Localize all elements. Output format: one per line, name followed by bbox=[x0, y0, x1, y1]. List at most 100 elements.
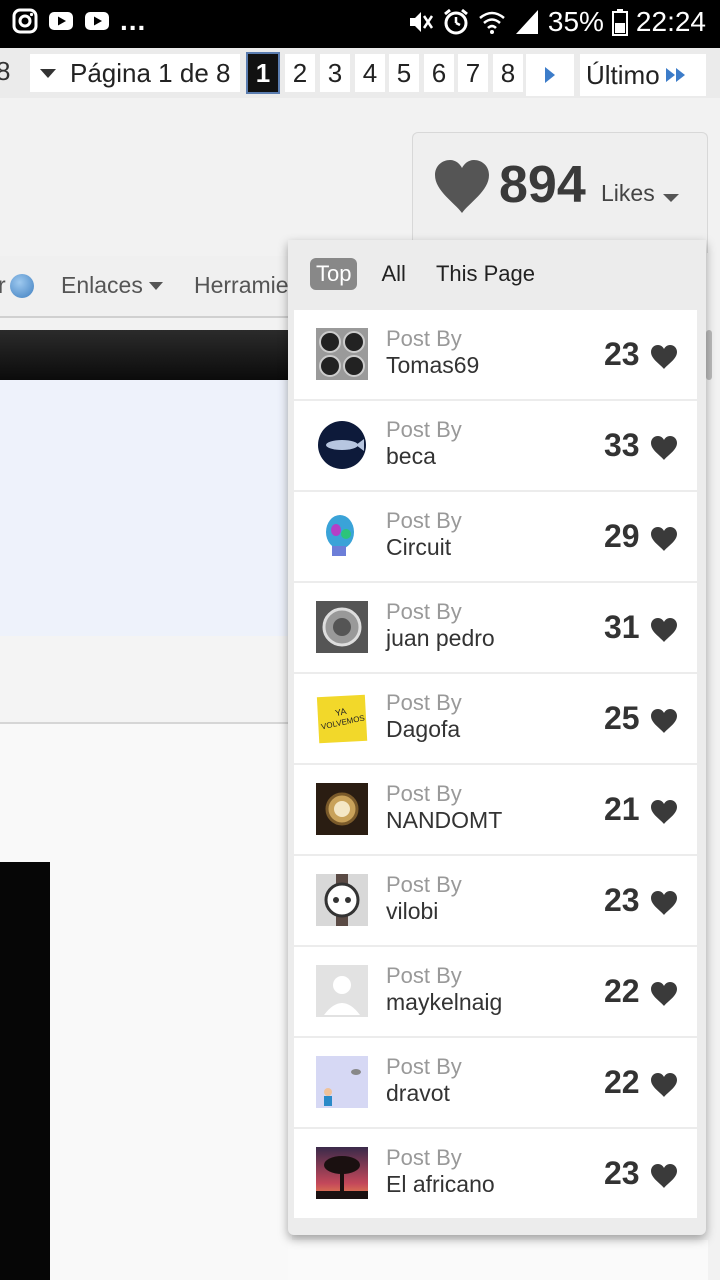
post-by-label: Post By bbox=[386, 872, 462, 897]
avatar[interactable] bbox=[316, 783, 368, 835]
heart-icon bbox=[651, 618, 677, 642]
alarm-icon bbox=[443, 8, 468, 35]
page-indicator: Página 1 de 8 bbox=[70, 57, 231, 88]
pagination-partial-page[interactable]: 8 bbox=[0, 56, 10, 87]
heart-icon bbox=[435, 160, 489, 213]
page-link-current[interactable]: 1 bbox=[246, 52, 280, 94]
tab-all[interactable]: All bbox=[375, 258, 411, 290]
heart-icon bbox=[651, 709, 677, 733]
skull-art-icon bbox=[316, 510, 368, 562]
clock: 22:24 bbox=[635, 6, 706, 37]
list-item[interactable]: Post By Circuit 29 bbox=[294, 492, 697, 581]
avatar[interactable] bbox=[316, 874, 368, 926]
tab-this-page[interactable]: This Page bbox=[430, 258, 541, 290]
list-item[interactable]: Post By beca 33 bbox=[294, 401, 697, 490]
mute-icon bbox=[409, 12, 433, 32]
default-user-icon bbox=[316, 965, 368, 1017]
page-link[interactable]: 4 bbox=[355, 54, 385, 92]
likes-list: Post By Tomas69 23 Post By beca 33 Post … bbox=[294, 310, 697, 1220]
status-left-icons: ... bbox=[12, 7, 146, 35]
like-count: 31 bbox=[604, 609, 640, 645]
likes-summary-button[interactable]: 894 Likes bbox=[412, 132, 708, 253]
avatar[interactable] bbox=[316, 510, 368, 562]
list-item[interactable]: Post By El africano 23 bbox=[294, 1129, 697, 1218]
sticky-note-icon: YAVOLVEMOS bbox=[316, 692, 368, 744]
play-right-icon bbox=[545, 67, 555, 83]
like-count: 25 bbox=[604, 700, 640, 736]
watches-icon bbox=[316, 328, 368, 380]
like-count: 29 bbox=[604, 518, 640, 554]
next-page-button[interactable] bbox=[526, 54, 574, 96]
heart-icon bbox=[651, 1164, 677, 1188]
avatar[interactable]: YA VOLVEMOS bbox=[316, 692, 368, 744]
username[interactable]: Circuit bbox=[386, 534, 451, 561]
post-by-label: Post By bbox=[386, 599, 462, 624]
post-by-label: Post By bbox=[386, 1145, 462, 1170]
signal-icon bbox=[515, 10, 538, 34]
nav-item-herramientas[interactable]: Herramie bbox=[194, 272, 289, 299]
likes-tabs: Top All This Page bbox=[310, 258, 559, 290]
embedded-image bbox=[0, 862, 50, 1280]
post-area bbox=[0, 380, 292, 637]
instagram-icon bbox=[12, 8, 38, 34]
avatar[interactable] bbox=[316, 965, 368, 1017]
avatar[interactable] bbox=[316, 601, 368, 653]
username[interactable]: NANDOMT bbox=[386, 807, 502, 834]
page-link[interactable]: 6 bbox=[424, 54, 454, 92]
status-bar: ... 35% 22:24 bbox=[0, 0, 720, 48]
username[interactable]: maykelnaig bbox=[386, 989, 502, 1016]
username[interactable]: Dagofa bbox=[386, 716, 460, 743]
page-link[interactable]: 3 bbox=[320, 54, 350, 92]
list-item[interactable]: Post By Tomas69 23 bbox=[294, 310, 697, 399]
fish-logo-icon bbox=[316, 419, 368, 471]
like-count: 23 bbox=[604, 882, 640, 918]
caret-down-icon bbox=[148, 281, 163, 290]
list-item[interactable]: Post By NANDOMT 21 bbox=[294, 765, 697, 854]
avatar[interactable] bbox=[316, 419, 368, 471]
thread-header-bar bbox=[0, 330, 292, 380]
heart-icon bbox=[651, 345, 677, 369]
double-arrow-right-icon bbox=[665, 68, 685, 82]
username[interactable]: El africano bbox=[386, 1171, 495, 1198]
list-item[interactable]: YA VOLVEMOS Post By Dagofa 25 bbox=[294, 674, 697, 763]
list-item[interactable]: Post By dravot 22 bbox=[294, 1038, 697, 1127]
username[interactable]: dravot bbox=[386, 1080, 450, 1107]
last-page-button[interactable]: Último bbox=[580, 54, 706, 96]
like-count: 22 bbox=[604, 1064, 640, 1100]
nav-item-enlaces[interactable]: Enlaces bbox=[61, 272, 163, 299]
likes-dropdown: Top All This Page Post By Tomas69 23 Pos… bbox=[288, 240, 706, 1235]
page-jump-dropdown[interactable]: Página 1 de 8 bbox=[30, 54, 240, 92]
list-item[interactable]: Post By vilobi 23 bbox=[294, 856, 697, 945]
post-by-label: Post By bbox=[386, 326, 462, 351]
page-link[interactable]: 2 bbox=[285, 54, 315, 92]
caret-down-icon bbox=[663, 194, 679, 202]
username[interactable]: vilobi bbox=[386, 898, 438, 925]
heart-icon bbox=[651, 1073, 677, 1097]
chronograph-icon bbox=[316, 874, 368, 926]
globe-icon bbox=[9, 273, 34, 298]
like-count: 33 bbox=[604, 427, 640, 463]
last-page-label: Último bbox=[586, 59, 660, 90]
caret-down-icon bbox=[40, 68, 56, 78]
page-link[interactable]: 8 bbox=[493, 54, 523, 92]
list-item[interactable]: Post By maykelnaig 22 bbox=[294, 947, 697, 1036]
page-link[interactable]: 7 bbox=[458, 54, 488, 92]
post-by-label: Post By bbox=[386, 690, 462, 715]
page-link[interactable]: 5 bbox=[389, 54, 419, 92]
gold-watch-icon bbox=[316, 783, 368, 835]
username[interactable]: beca bbox=[386, 443, 436, 470]
heart-icon bbox=[651, 436, 677, 460]
tab-top[interactable]: Top bbox=[310, 258, 358, 290]
scrollbar[interactable] bbox=[706, 330, 712, 380]
username[interactable]: juan pedro bbox=[386, 625, 495, 652]
avatar[interactable] bbox=[316, 328, 368, 380]
avatar[interactable] bbox=[316, 1147, 368, 1199]
nav-item-partial[interactable]: r bbox=[0, 272, 34, 299]
avatar[interactable] bbox=[316, 1056, 368, 1108]
list-item[interactable]: Post By juan pedro 31 bbox=[294, 583, 697, 672]
post-by-label: Post By bbox=[386, 781, 462, 806]
heart-icon bbox=[651, 527, 677, 551]
likes-label: Likes bbox=[601, 180, 655, 206]
username[interactable]: Tomas69 bbox=[386, 352, 479, 379]
status-right-icons: 35% 22:24 bbox=[406, 6, 706, 38]
